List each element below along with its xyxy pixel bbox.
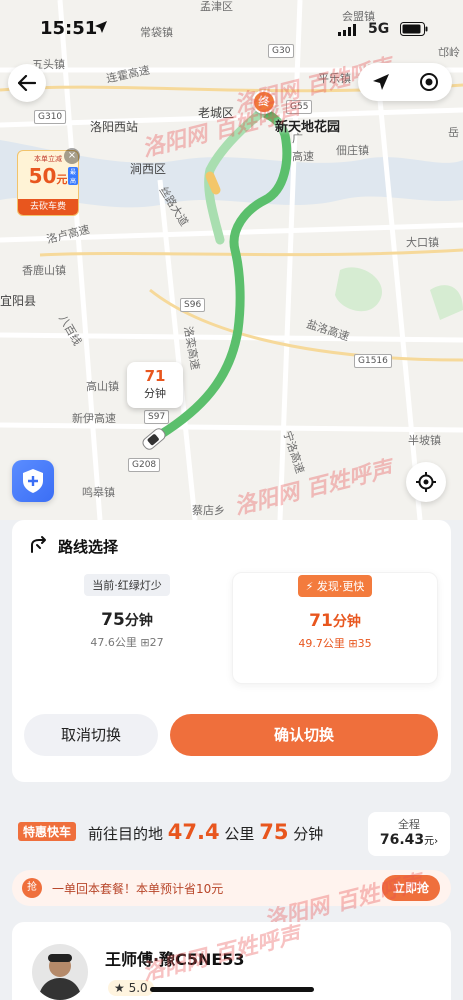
map-label: 半坡镇: [408, 434, 441, 447]
eta-unit: 分钟: [144, 387, 166, 400]
map-label: 鸣皋镇: [82, 486, 115, 499]
road-shield: G310: [34, 110, 67, 124]
target-icon: [420, 73, 438, 91]
route-option-tag: 当前·红绿灯少: [84, 574, 170, 596]
route-option-meta: 47.6公里 ⊞27: [90, 636, 164, 649]
route-choice-panel: 路线选择 当前·红绿灯少 75分钟 47.6公里 ⊞27 ⚡ 发现·更快 71分…: [12, 520, 451, 782]
coupon-amount-value: 50: [28, 164, 57, 188]
trip-text: 前往目的地 47.4 公里 75 分钟: [88, 820, 323, 844]
navigation-button[interactable]: [366, 67, 396, 97]
map-label: 岳: [448, 126, 459, 139]
network-label: 5G: [368, 21, 390, 37]
coupon-button[interactable]: 去砍车费: [18, 199, 78, 215]
service-badge: 特惠快车: [18, 822, 77, 841]
route-option-meta: 49.7公里 ⊞35: [298, 637, 372, 650]
fare-box[interactable]: 全程 76.43元›: [368, 812, 450, 856]
map-label: 香鹿山镇: [22, 264, 66, 277]
back-arrow-icon: [18, 75, 36, 91]
road-shield: G208: [128, 458, 161, 472]
avatar-icon: [38, 954, 82, 1000]
fare-amount: 76.43: [379, 832, 425, 848]
eta-bubble: 71 分钟: [127, 362, 183, 408]
star-icon: ★: [114, 981, 129, 995]
driver-avatar: [32, 944, 88, 1000]
coupon-tag: 最高: [68, 167, 79, 185]
route-option-time: 75分钟: [24, 610, 230, 630]
map-tools: [358, 63, 452, 101]
trip-prefix: 前往目的地: [88, 825, 164, 843]
back-button[interactable]: [8, 64, 46, 102]
confirm-switch-button[interactable]: 确认切换: [170, 714, 438, 756]
trip-summary: 特惠快车 前往目的地 47.4 公里 75 分钟 全程 76.43元›: [12, 812, 451, 856]
map-label: 宜阳县: [0, 294, 37, 308]
trip-distance-unit: 公里: [224, 825, 255, 843]
battery-icon: [400, 22, 428, 36]
map-label: 高速: [292, 150, 314, 163]
trip-time: 75: [259, 820, 289, 844]
trip-distance: 47.4: [167, 820, 220, 844]
road-shield: S96: [180, 298, 206, 312]
route-option-tag: ⚡ 发现·更快: [297, 575, 373, 597]
location-arrow-icon: [95, 21, 107, 33]
home-indicator: [150, 987, 314, 992]
eta-value: 71: [144, 367, 166, 385]
route-time-unit: 分钟: [124, 613, 153, 629]
fare-unit: 元›: [424, 836, 439, 847]
fare-label: 全程: [398, 818, 420, 831]
grab-icon: 抢: [22, 878, 42, 898]
route-option-new[interactable]: ⚡ 发现·更快 71分钟 49.7公里 ⊞35: [232, 572, 438, 684]
shield-icon: [23, 469, 43, 493]
safety-shield-button[interactable]: [12, 460, 54, 502]
route-time-unit: 分钟: [332, 614, 361, 630]
clock: 15:51: [40, 18, 98, 39]
locate-button[interactable]: [406, 462, 446, 502]
route-fork-icon: [31, 536, 46, 553]
coupon-unit: 元: [56, 173, 68, 186]
navigation-arrow-icon: [373, 74, 389, 90]
map-label: 高山镇: [86, 380, 119, 393]
fare-value: 76.43元›: [368, 832, 450, 848]
map-label: 新伊高速: [72, 412, 116, 425]
route-option-current[interactable]: 当前·红绿灯少 75分钟 47.6公里 ⊞27: [24, 572, 230, 684]
map-label: 蔡店乡: [192, 504, 225, 517]
promo-text: 一单回本套餐！本单预计省10元: [52, 882, 224, 896]
signal-icon: [338, 24, 356, 36]
status-bar: 15:51 5G: [0, 0, 463, 54]
target-button[interactable]: [414, 67, 444, 97]
trip-time-unit: 分钟: [293, 825, 324, 843]
car-icon: [142, 428, 166, 450]
route-option-time: 71分钟: [233, 611, 437, 631]
route-time-value: 75: [101, 610, 125, 630]
map-label: 洛阳西站: [90, 120, 139, 134]
road-shield: G1516: [354, 354, 392, 368]
crosshair-icon: [416, 472, 436, 492]
map-label: 佃庄镇: [336, 144, 369, 157]
route-panel-title: 路线选择: [58, 538, 119, 556]
map-label: 大口镇: [406, 236, 439, 249]
road-shield: S97: [144, 410, 170, 424]
cancel-switch-button[interactable]: 取消切换: [24, 714, 158, 756]
route-time-value: 71: [309, 611, 333, 631]
close-icon[interactable]: ×: [64, 148, 80, 164]
